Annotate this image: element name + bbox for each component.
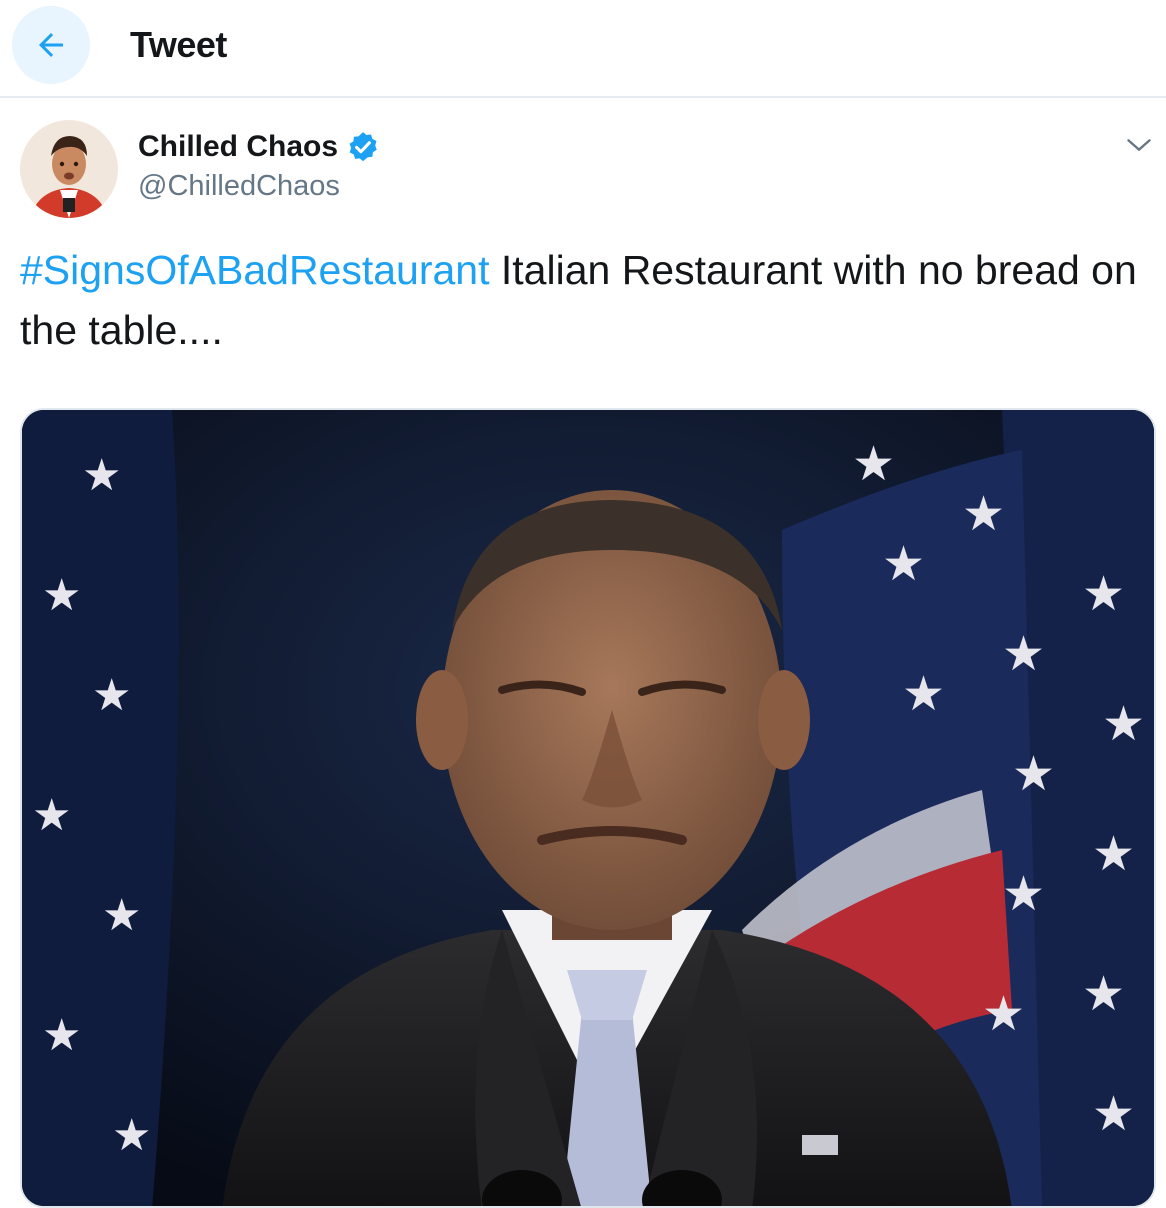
author-name-row: Chilled Chaos bbox=[138, 127, 380, 167]
svg-text:★: ★ bbox=[102, 891, 141, 940]
tweet-header: Tweet bbox=[0, 0, 1166, 98]
svg-text:★: ★ bbox=[32, 791, 71, 840]
page-title: Tweet bbox=[130, 24, 227, 65]
svg-text:★: ★ bbox=[1102, 698, 1145, 751]
svg-text:★: ★ bbox=[1092, 1088, 1135, 1141]
svg-text:★: ★ bbox=[882, 538, 925, 591]
svg-text:★: ★ bbox=[1082, 968, 1125, 1021]
svg-text:★: ★ bbox=[1082, 568, 1125, 621]
svg-text:★: ★ bbox=[42, 1011, 81, 1060]
tweet-media[interactable]: ★ ★ ★ ★ ★ ★ ★ ★ ★ ★ ★ ★ ★ ★ ★ ★ ★ ★ ★ ★ bbox=[20, 408, 1156, 1208]
svg-text:★: ★ bbox=[1012, 748, 1055, 801]
svg-text:★: ★ bbox=[82, 451, 121, 500]
author-display-name[interactable]: Chilled Chaos bbox=[138, 130, 338, 164]
arrow-left-icon bbox=[39, 33, 63, 57]
svg-text:★: ★ bbox=[852, 438, 895, 491]
svg-text:★: ★ bbox=[902, 668, 945, 721]
back-button[interactable] bbox=[12, 6, 90, 84]
avatar[interactable] bbox=[20, 120, 118, 218]
media-image: ★ ★ ★ ★ ★ ★ ★ ★ ★ ★ ★ ★ ★ ★ ★ ★ ★ ★ ★ ★ bbox=[22, 410, 1154, 1206]
svg-text:★: ★ bbox=[92, 671, 131, 720]
verified-badge-icon bbox=[349, 132, 377, 162]
svg-text:★: ★ bbox=[1002, 868, 1045, 921]
author-handle[interactable]: @ChilledChaos bbox=[138, 170, 340, 203]
svg-text:★: ★ bbox=[962, 488, 1005, 541]
svg-text:★: ★ bbox=[1002, 628, 1045, 681]
hashtag-link[interactable]: #SignsOfABadRestaurant bbox=[20, 247, 490, 293]
tweet-text: #SignsOfABadRestaurant Italian Restauran… bbox=[20, 240, 1140, 360]
svg-text:★: ★ bbox=[112, 1111, 151, 1160]
more-options-button[interactable] bbox=[1124, 130, 1154, 160]
svg-text:★: ★ bbox=[1092, 828, 1135, 881]
svg-text:★: ★ bbox=[42, 571, 81, 620]
svg-text:★: ★ bbox=[982, 988, 1025, 1041]
chevron-down-icon bbox=[1127, 139, 1151, 152]
